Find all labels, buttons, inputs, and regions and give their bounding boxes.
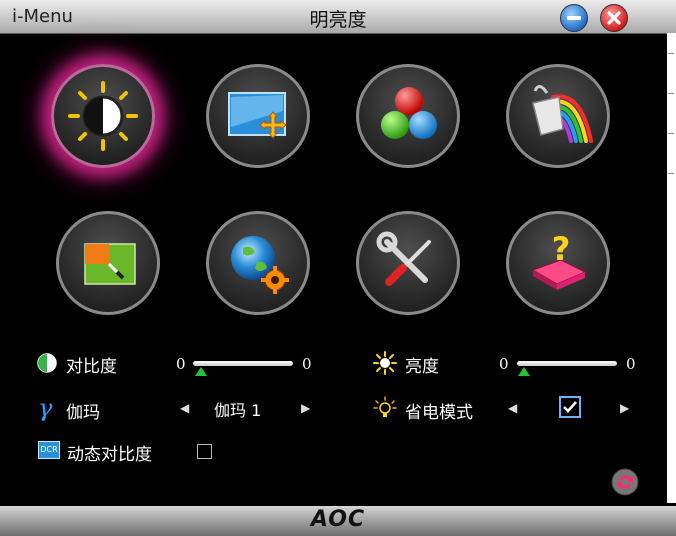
eco-mode-checkbox[interactable] [559,396,581,418]
minimize-button[interactable] [560,4,588,32]
reset-button[interactable] [611,468,639,496]
brightness-min: 0 [499,355,509,373]
wrench-screwdriver-icon [376,231,431,286]
brightness-slider[interactable] [517,361,617,366]
imenu-window: i-Menu 明亮度 ? 对比度 0 0 亮度 0 0 γ 伽玛 ◀ 伽玛 1 … [0,0,676,536]
paint-bucket-rainbow-icon [532,85,593,143]
eco-bulb-icon [373,396,397,417]
question-box-icon: ? [531,230,587,290]
sun-icon [68,81,138,151]
factory-reset-menu-icon[interactable]: ? [506,211,610,315]
eco-mode-label: 省电模式 [405,403,473,423]
gamma-next-arrow[interactable]: ▶ [301,401,310,415]
brightness-icon [373,351,397,375]
picture-boost-menu-icon[interactable] [206,64,310,168]
contrast-label: 对比度 [66,357,117,377]
image-resize-icon [228,92,287,139]
contrast-slider-thumb[interactable] [195,367,207,376]
check-icon [563,401,577,413]
window-edge [667,33,676,503]
close-icon [607,11,621,25]
osd-setup-menu-icon[interactable] [206,211,310,315]
rgb-balls-icon [381,87,437,139]
globe-gear-icon [231,236,289,294]
brightness-max: 0 [626,355,636,373]
gamma-label: 伽玛 [66,403,100,423]
eco-prev-arrow[interactable]: ◀ [508,401,517,415]
eco-next-arrow[interactable]: ▶ [620,401,629,415]
aoc-logo: AOC [310,507,366,532]
gamma-icon: γ [38,394,53,422]
title-bar[interactable]: i-Menu 明亮度 [0,0,676,34]
contrast-slider[interactable] [193,361,293,366]
color-setup-menu-icon[interactable] [356,64,460,168]
contrast-min: 0 [176,355,186,373]
brightness-menu-icon[interactable] [51,64,155,168]
paint-menu-icon[interactable] [506,64,610,168]
contrast-max: 0 [302,355,312,373]
brightness-slider-thumb[interactable] [518,367,530,376]
brightness-label: 亮度 [405,357,439,377]
bottom-bar: AOC [0,506,676,536]
gamma-prev-arrow[interactable]: ◀ [180,401,189,415]
close-button[interactable] [600,4,628,32]
dcr-icon: DCR [38,441,60,459]
dcr-label: 动态对比度 [67,445,152,465]
svg-text:?: ? [552,230,571,268]
gamma-value: 伽玛 1 [214,401,262,420]
dcr-checkbox[interactable] [197,444,212,459]
extra-menu-icon[interactable] [356,211,460,315]
contrast-icon [37,353,57,373]
picture-setup-menu-icon[interactable] [56,211,160,315]
picture-crop-icon [84,243,136,285]
